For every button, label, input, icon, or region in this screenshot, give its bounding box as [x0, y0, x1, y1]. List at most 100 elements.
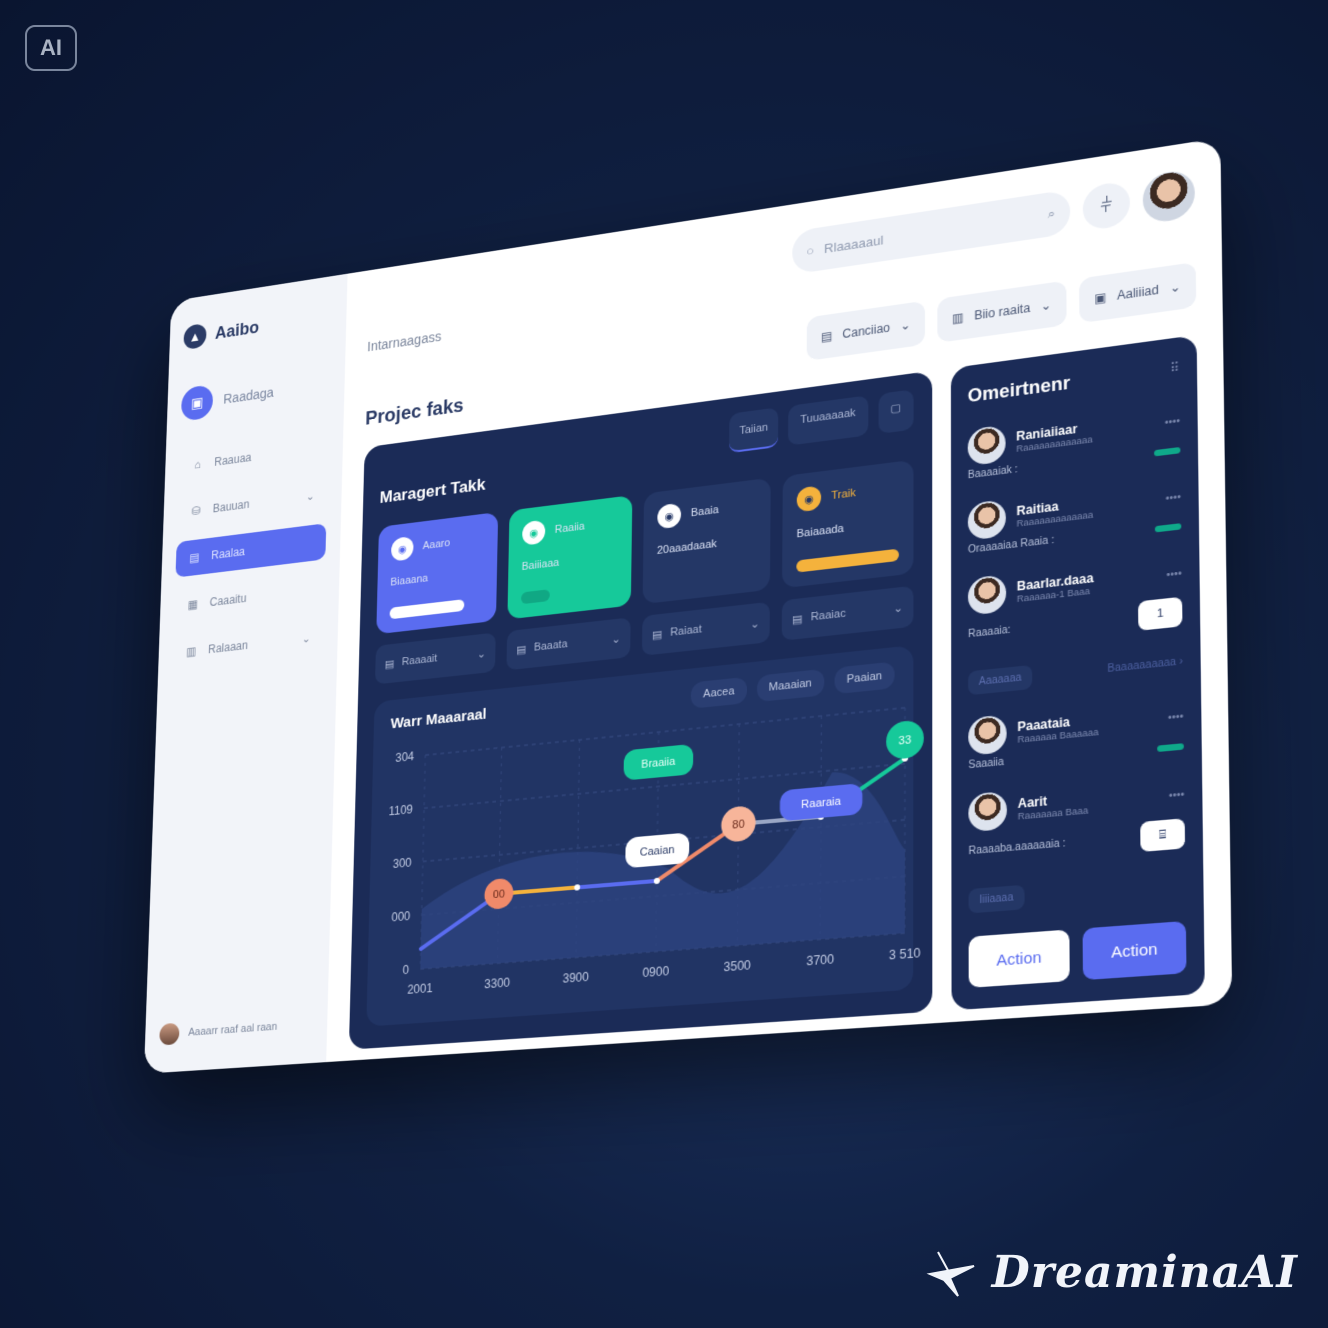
chart-filter-pill[interactable]: Aacea: [691, 676, 747, 709]
sidebar-item-1[interactable]: ⛁ Bauuan ⌄: [177, 476, 328, 531]
x-tick-label: 3300: [484, 975, 510, 991]
sidebar-item-2[interactable]: ▤ Raalaa: [175, 523, 327, 578]
task-card-name: Baaia: [690, 503, 719, 520]
x-tick-label: 3 510: [889, 946, 921, 963]
sidebar: ▲ Aaibo ▣ Raadaga ⌂ Raauaa ⛁ Bauuan ⌄ ▤ Raa…: [143, 273, 348, 1074]
task-card[interactable]: ◉ Aaaro Biaaana: [376, 511, 499, 635]
progress-bar: [796, 548, 899, 573]
search-icon: ○: [806, 242, 815, 259]
more-icon[interactable]: ••••: [1169, 789, 1185, 802]
task-select[interactable]: ▤ Raaaait ⌄: [374, 632, 496, 685]
chart-filter-pill[interactable]: Maaaian: [756, 668, 825, 703]
people-list: Raniaiiaar Raaaaaaaaaaaaa •••• Baaaaiak …: [967, 402, 1186, 914]
avatar: [967, 424, 1006, 467]
status-tag: [1154, 446, 1181, 456]
status-tag: [1157, 742, 1184, 752]
link-row: Iiiiaaaa: [968, 872, 1186, 914]
link-chip[interactable]: Aaaaaaa: [968, 664, 1033, 696]
sidebar-item-4[interactable]: ▥ Ralaaan ⌄: [172, 618, 324, 671]
person-item[interactable]: Raitiaa Raaaaaaaaaaaaa •••• Oraaaaiaa Ra…: [967, 478, 1182, 556]
progress-bar: [520, 589, 550, 605]
line-chart: 304110930000002001 3300 3900 0900 3500 3700 3 …: [389, 690, 924, 997]
task-card-value: Baiaaada: [796, 522, 844, 541]
person-action-button[interactable]: 1: [1138, 596, 1183, 631]
x-tick-label: 3700: [806, 952, 834, 969]
callout-label: 00: [493, 888, 505, 901]
task-select[interactable]: ▤ Raiaat ⌄: [641, 601, 770, 656]
person-meta: Saaaiia: [968, 756, 1004, 772]
person-action-button[interactable]: ⌸: [1140, 818, 1186, 852]
more-icon[interactable]: ••••: [1165, 415, 1180, 428]
more-icon[interactable]: ••••: [1166, 568, 1182, 581]
avatar: [968, 790, 1007, 833]
drag-handle-icon[interactable]: ⠿: [1170, 360, 1180, 376]
task-select[interactable]: ▤ Raaiac ⌄: [781, 585, 914, 641]
task-card-name: Raaiia: [554, 520, 585, 536]
task-icon: ◉: [657, 502, 682, 530]
person-item[interactable]: Raniaiiaar Raaaaaaaaaaaaa •••• Baaaaiak …: [967, 402, 1181, 482]
team-panel: Omeirtnenr ⠿ Raniaiiaar Raaaaaaaaaaaaa •…: [950, 334, 1205, 1011]
callout-label: 80: [732, 818, 745, 831]
filter-label: Canciiao: [842, 320, 891, 342]
save-icon: ▣: [1094, 290, 1107, 306]
action-button-primary[interactable]: Action: [1082, 920, 1187, 981]
chevron-down-icon: ⌄: [1169, 279, 1181, 296]
sidebar-user[interactable]: Aaaarr raaf aal raan: [159, 1016, 277, 1046]
progress-bar: [389, 599, 465, 620]
calendar-icon: ▥: [186, 644, 197, 659]
sidebar-item-label: Ralaaan: [207, 638, 249, 657]
task-card[interactable]: ◉ Traik Baiaaada: [782, 459, 914, 589]
person-meta: Baaaaiak :: [967, 463, 1018, 482]
select-value: Baaata: [533, 638, 568, 654]
select-value: Raiaat: [670, 623, 702, 639]
chevron-down-icon: ⌄: [301, 632, 311, 646]
task-card-name: Aaaro: [422, 537, 451, 553]
sidebar-item-3[interactable]: ▦ Caaaitu: [174, 571, 325, 625]
callout-label: 33: [899, 734, 912, 748]
link-text[interactable]: Baaaaaaaaaa ›: [1108, 656, 1183, 675]
sidebar-item-0[interactable]: ⌂ Raauaa: [179, 429, 329, 485]
watermark: DreaminaAI: [924, 1244, 1298, 1300]
action-button-secondary[interactable]: Action: [968, 929, 1070, 988]
select-value: Raaaait: [401, 652, 438, 669]
document-icon: ▤: [189, 550, 200, 565]
task-select[interactable]: ▤ Baaata ⌄: [506, 617, 631, 671]
person-item[interactable]: Paaataia Raaaaaa Baaaaaa •••• Saaaiia: [968, 697, 1184, 771]
search-submit-icon[interactable]: ⌕: [1048, 206, 1056, 223]
y-tick-label: 1109: [389, 802, 414, 818]
pin-icon[interactable]: ⫩: [1082, 180, 1131, 232]
sidebar-nav: ⌂ Raauaa ⛁ Bauuan ⌄ ▤ Raalaa ▦ Caaaitu ▥ Rala…: [172, 429, 329, 672]
chevron-down-icon: ⌄: [305, 490, 315, 503]
x-tick-label: 2001: [407, 981, 433, 997]
chevron-down-icon: ⌄: [1040, 297, 1052, 314]
search-input[interactable]: Rlaaaaaul: [824, 232, 883, 256]
x-tick-label: 3900: [562, 970, 589, 986]
watermark-text: DreaminaAI: [991, 1246, 1298, 1298]
sidebar-hero[interactable]: ▣ Raadaga: [180, 367, 331, 422]
tab-first[interactable]: Taiian: [729, 407, 779, 454]
task-card[interactable]: ◉ Baaia 20aaadaaak: [642, 477, 771, 605]
dreamina-logo-icon: [926, 1251, 975, 1297]
sidebar-item-label: Raalaa: [211, 544, 246, 563]
sidebar-item-label: Raauaa: [214, 450, 252, 469]
task-card[interactable]: ◉ Raaiia Baiiiaaa: [507, 495, 633, 620]
brand[interactable]: ▲ Aaibo: [183, 304, 332, 351]
square-icon[interactable]: ▢: [878, 389, 914, 435]
chart-filter-pill[interactable]: Paaian: [834, 661, 895, 695]
more-icon[interactable]: ••••: [1165, 491, 1181, 504]
status-tag: [1154, 522, 1182, 532]
sidebar-item-label: Bauuan: [212, 497, 250, 516]
person-item[interactable]: Baarlar.daaa Raaaaaa-1 Baaa •••• Raaaaia…: [967, 555, 1183, 649]
task-panel: Taiian Tuuaaaaak ▢ Maragert Takk ◉ Aaaro…: [348, 370, 933, 1050]
app-window: ▲ Aaibo ▣ Raadaga ⌂ Raauaa ⛁ Bauuan ⌄ ▤ Raa…: [143, 137, 1233, 1074]
person-item[interactable]: Aarit Raaaaaaa Baaa •••• Raaaaba.aaaaaai…: [968, 775, 1186, 866]
chevron-down-icon: ⌄: [750, 617, 760, 631]
task-icon: ◉: [390, 535, 414, 562]
more-icon[interactable]: ••••: [1168, 711, 1184, 724]
link-chip[interactable]: Iiiiaaaa: [968, 884, 1025, 914]
chevron-down-icon: ⌄: [477, 647, 486, 661]
user-avatar[interactable]: [1142, 168, 1196, 225]
brand-name: Aaibo: [214, 317, 260, 343]
stage: ▲ Aaibo ▣ Raadaga ⌂ Raauaa ⛁ Bauuan ⌄ ▤ Raa…: [0, 0, 1328, 1328]
avatar: [967, 574, 1007, 616]
